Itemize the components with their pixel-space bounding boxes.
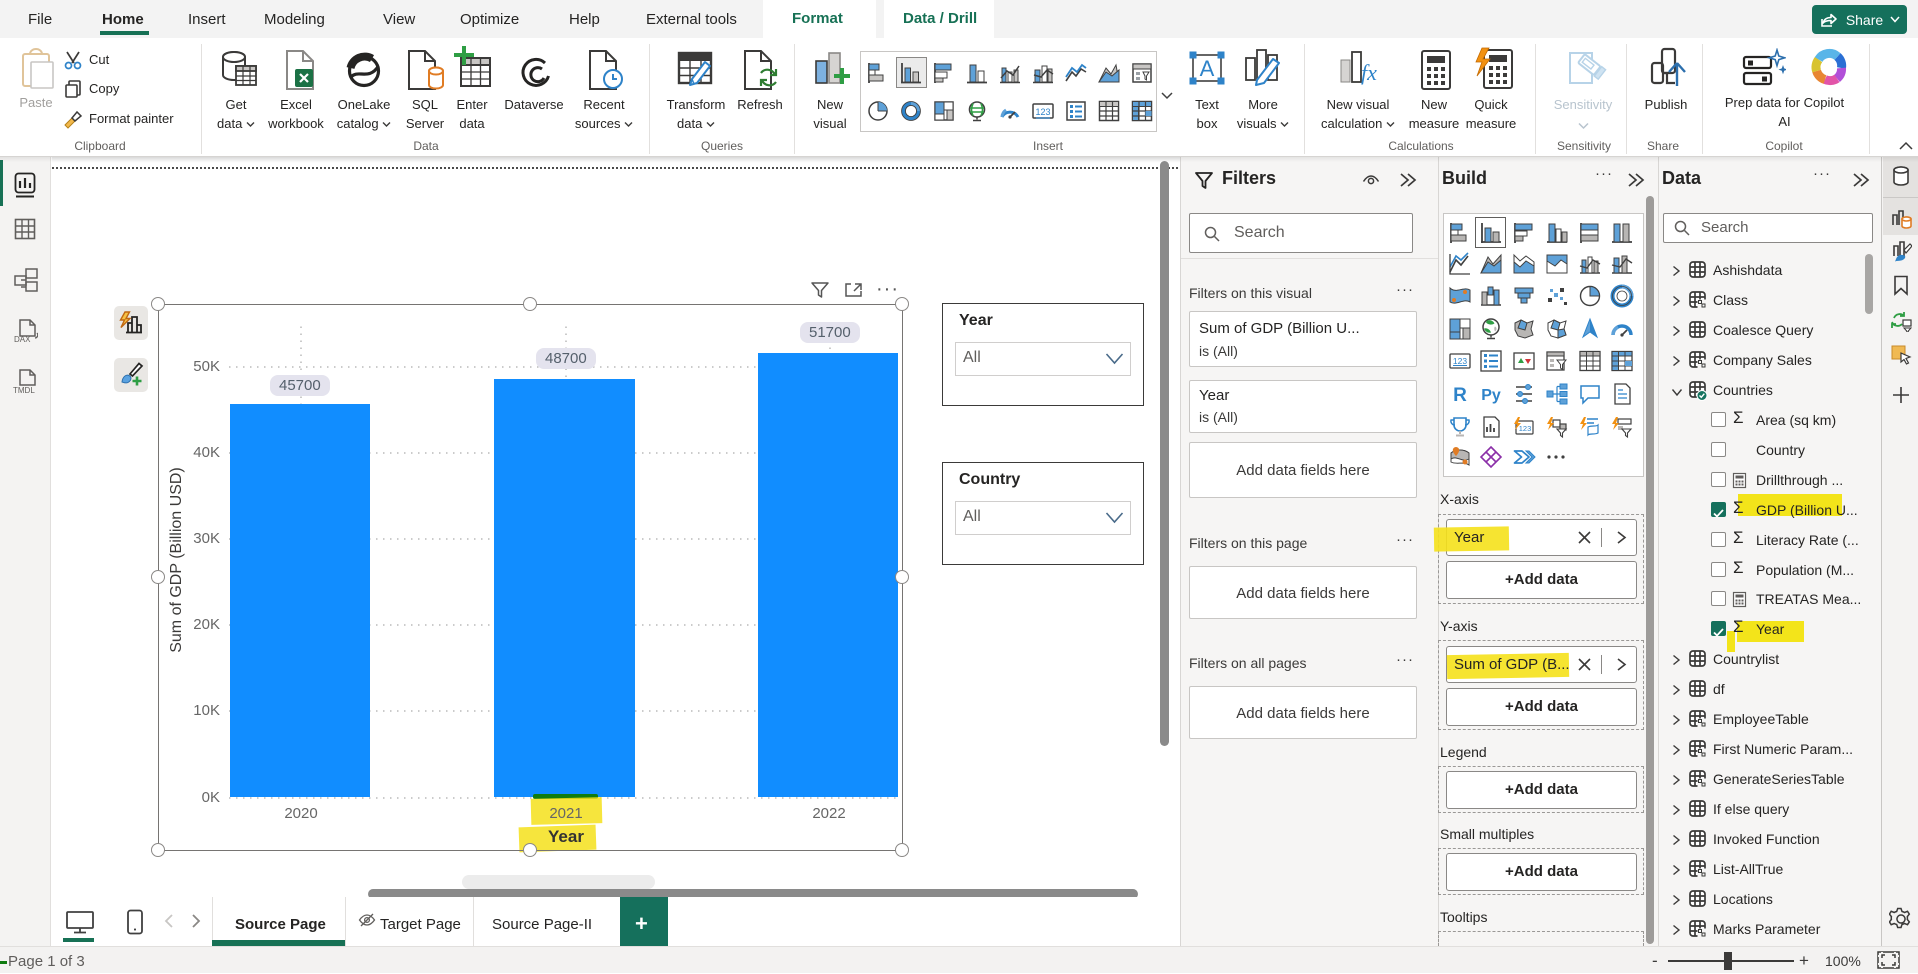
svg-text:Py: Py — [1481, 387, 1501, 404]
svg-text:TMDL: TMDL — [13, 386, 35, 395]
svg-text:123: 123 — [1453, 356, 1467, 366]
svg-text:123: 123 — [1519, 424, 1532, 433]
svg-text:DAX: DAX — [14, 335, 31, 344]
svg-text:R: R — [1453, 385, 1467, 406]
svg-text:A: A — [1200, 56, 1215, 81]
svg-text:fx: fx — [1361, 60, 1377, 85]
svg-text:123: 123 — [1035, 107, 1050, 117]
